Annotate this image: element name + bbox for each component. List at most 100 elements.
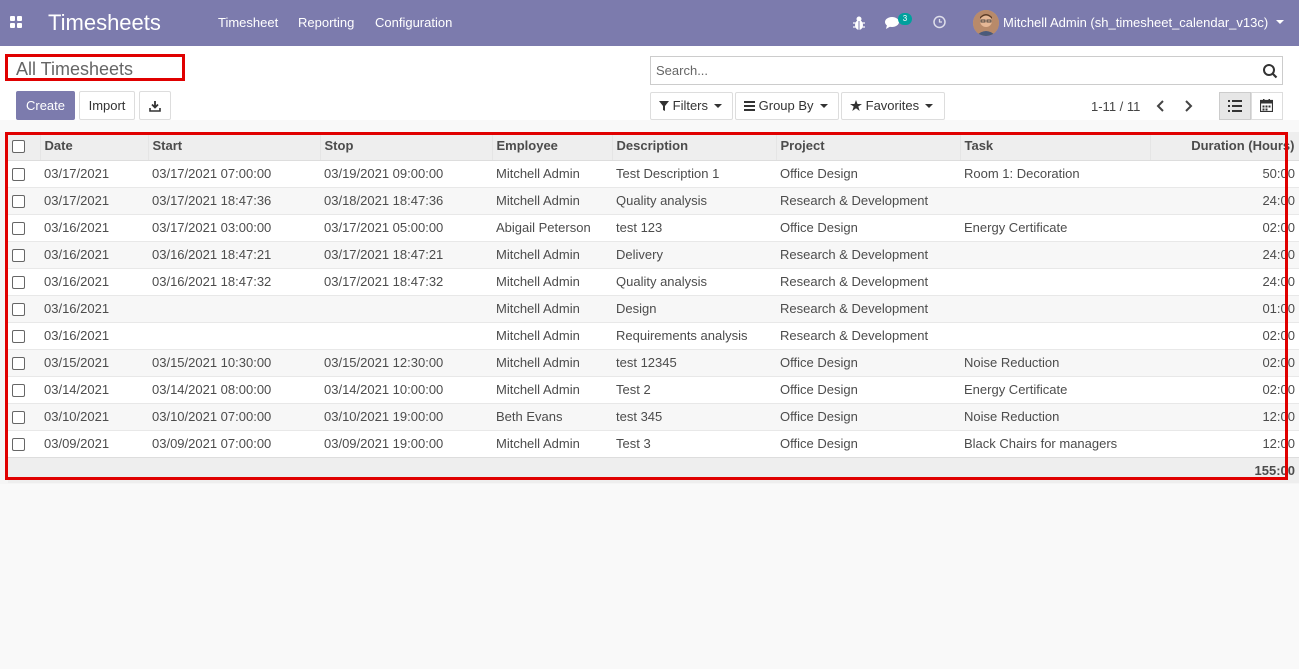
app-brand[interactable]: Timesheets [48, 10, 161, 36]
row-select-cell[interactable] [8, 267, 40, 295]
filters-button[interactable]: Filters [650, 92, 733, 120]
row-select-cell[interactable] [8, 240, 40, 268]
table-cell: 03/15/2021 10:30:00 [148, 348, 320, 376]
table-row[interactable]: 03/16/2021 03/16/2021 18:47:32 03/17/2021 … [8, 267, 1299, 295]
row-select-cell[interactable] [8, 375, 40, 403]
table-row[interactable]: 03/16/2021 03/17/2021 03:00:00 03/17/2021 … [8, 213, 1299, 241]
table-cell: 02:00 [1150, 213, 1299, 241]
table-cell: 03/14/2021 10:00:00 [320, 375, 492, 403]
select-all-checkbox[interactable] [12, 140, 25, 154]
list-icon [1228, 100, 1242, 112]
row-checkbox[interactable] [12, 249, 25, 263]
table-row[interactable]: 03/16/2021 Mitchell Admin Requirements ana… [8, 321, 1299, 349]
row-checkbox[interactable] [12, 384, 25, 398]
select-all-cell[interactable] [8, 132, 41, 161]
row-checkbox[interactable] [12, 195, 25, 209]
row-select-cell[interactable] [8, 213, 40, 241]
bug-icon[interactable] [852, 13, 866, 33]
table-cell: Delivery [612, 240, 776, 268]
table-cell: 24:00 [1150, 186, 1299, 214]
search-icon[interactable] [1262, 63, 1278, 79]
menu-reporting[interactable]: Reporting [298, 15, 354, 31]
table-cell [960, 186, 1150, 214]
table-cell: Noise Reduction [960, 348, 1150, 376]
row-checkbox[interactable] [12, 357, 25, 371]
create-button[interactable]: Create [16, 91, 75, 120]
groupby-caret-icon [819, 103, 828, 108]
table-cell: Office Design [776, 213, 960, 241]
user-menu-caret-icon[interactable] [1276, 20, 1284, 24]
table-cell: 03/17/2021 03:00:00 [148, 213, 320, 241]
user-menu[interactable]: Mitchell Admin (sh_timesheet_calendar_v1… [1003, 15, 1268, 31]
import-button[interactable]: Import [79, 91, 135, 120]
column-header[interactable]: Project [776, 132, 961, 161]
menu-timesheet[interactable]: Timesheet [218, 15, 278, 31]
table-row[interactable]: 03/14/2021 03/14/2021 08:00:00 03/14/2021 … [8, 375, 1299, 403]
groupby-button[interactable]: Group By [735, 92, 839, 120]
table-cell: Mitchell Admin [492, 294, 612, 322]
table-cell: Mitchell Admin [492, 348, 612, 376]
column-header[interactable]: Start [148, 132, 321, 161]
download-button[interactable] [139, 91, 171, 120]
row-checkbox[interactable] [12, 303, 25, 317]
table-cell: Office Design [776, 402, 960, 430]
table-row[interactable]: 03/16/2021 03/16/2021 18:47:21 03/17/2021 … [8, 240, 1299, 268]
content-area: Date Start Stop Employee Description Pro… [0, 120, 1299, 669]
pager-previous-icon[interactable] [1153, 98, 1169, 114]
table-row[interactable]: 03/10/2021 03/10/2021 07:00:00 03/10/2021 … [8, 402, 1299, 430]
table-row[interactable]: 03/17/2021 03/17/2021 18:47:36 03/18/2021 … [8, 186, 1299, 214]
row-checkbox[interactable] [12, 438, 25, 452]
user-avatar[interactable] [973, 10, 999, 36]
table-cell: Research & Development [776, 321, 960, 349]
apps-menu-icon[interactable] [10, 16, 23, 29]
row-select-cell[interactable] [8, 159, 40, 187]
row-select-cell[interactable] [8, 186, 40, 214]
groupby-label: Group By [758, 98, 814, 113]
table-cell: test 345 [612, 402, 776, 430]
row-checkbox[interactable] [12, 411, 25, 425]
table-cell: Mitchell Admin [492, 267, 612, 295]
row-select-cell[interactable] [8, 429, 40, 457]
pager-next-icon[interactable] [1180, 98, 1196, 114]
row-select-cell[interactable] [8, 321, 40, 349]
column-header[interactable]: Description [612, 132, 777, 161]
table-row[interactable]: 03/09/2021 03/09/2021 07:00:00 03/09/2021 … [8, 429, 1299, 457]
clock-icon[interactable] [932, 13, 947, 33]
favorites-button[interactable]: Favorites [841, 92, 945, 120]
table-cell: Office Design [776, 375, 960, 403]
row-checkbox[interactable] [12, 276, 25, 290]
table-row[interactable]: 03/16/2021 Mitchell Admin Design Research &… [8, 294, 1299, 322]
pager-value[interactable]: 1-11 / 11 [1091, 99, 1140, 115]
row-select-cell[interactable] [8, 348, 40, 376]
column-header[interactable]: Stop [320, 132, 493, 161]
table-cell: Design [612, 294, 776, 322]
list-view-button[interactable] [1219, 92, 1251, 120]
table-cell: 03/16/2021 [40, 294, 148, 322]
table-cell: 01:00 [1150, 294, 1299, 322]
search-input[interactable] [651, 57, 1251, 84]
row-checkbox[interactable] [12, 222, 25, 236]
column-header[interactable]: Date [40, 132, 149, 161]
row-checkbox[interactable] [12, 330, 25, 344]
table-cell: Research & Development [776, 267, 960, 295]
row-select-cell[interactable] [8, 294, 40, 322]
column-header[interactable]: Duration (Hours) [1150, 132, 1299, 161]
table-cell: test 12345 [612, 348, 776, 376]
menu-configuration[interactable]: Configuration [375, 15, 452, 31]
table-row[interactable]: 03/17/2021 03/17/2021 07:00:00 03/19/2021 … [8, 159, 1299, 187]
timesheet-table: Date Start Stop Employee Description Pro… [8, 132, 1299, 483]
column-header[interactable]: Employee [492, 132, 613, 161]
table-cell: Research & Development [776, 186, 960, 214]
table-cell: Mitchell Admin [492, 429, 612, 457]
row-checkbox[interactable] [12, 168, 25, 182]
search-box[interactable] [650, 56, 1283, 85]
table-row[interactable]: 03/15/2021 03/15/2021 10:30:00 03/15/2021 … [8, 348, 1299, 376]
table-footer-row: 155:00 [8, 456, 1299, 483]
table-cell: 03/17/2021 05:00:00 [320, 213, 492, 241]
table-cell: test 123 [612, 213, 776, 241]
column-header[interactable]: Task [960, 132, 1151, 161]
control-panel: All Timesheets Create Import Filters Gro… [0, 46, 1299, 120]
calendar-view-button[interactable] [1251, 92, 1283, 120]
table-cell: 03/14/2021 08:00:00 [148, 375, 320, 403]
row-select-cell[interactable] [8, 402, 40, 430]
